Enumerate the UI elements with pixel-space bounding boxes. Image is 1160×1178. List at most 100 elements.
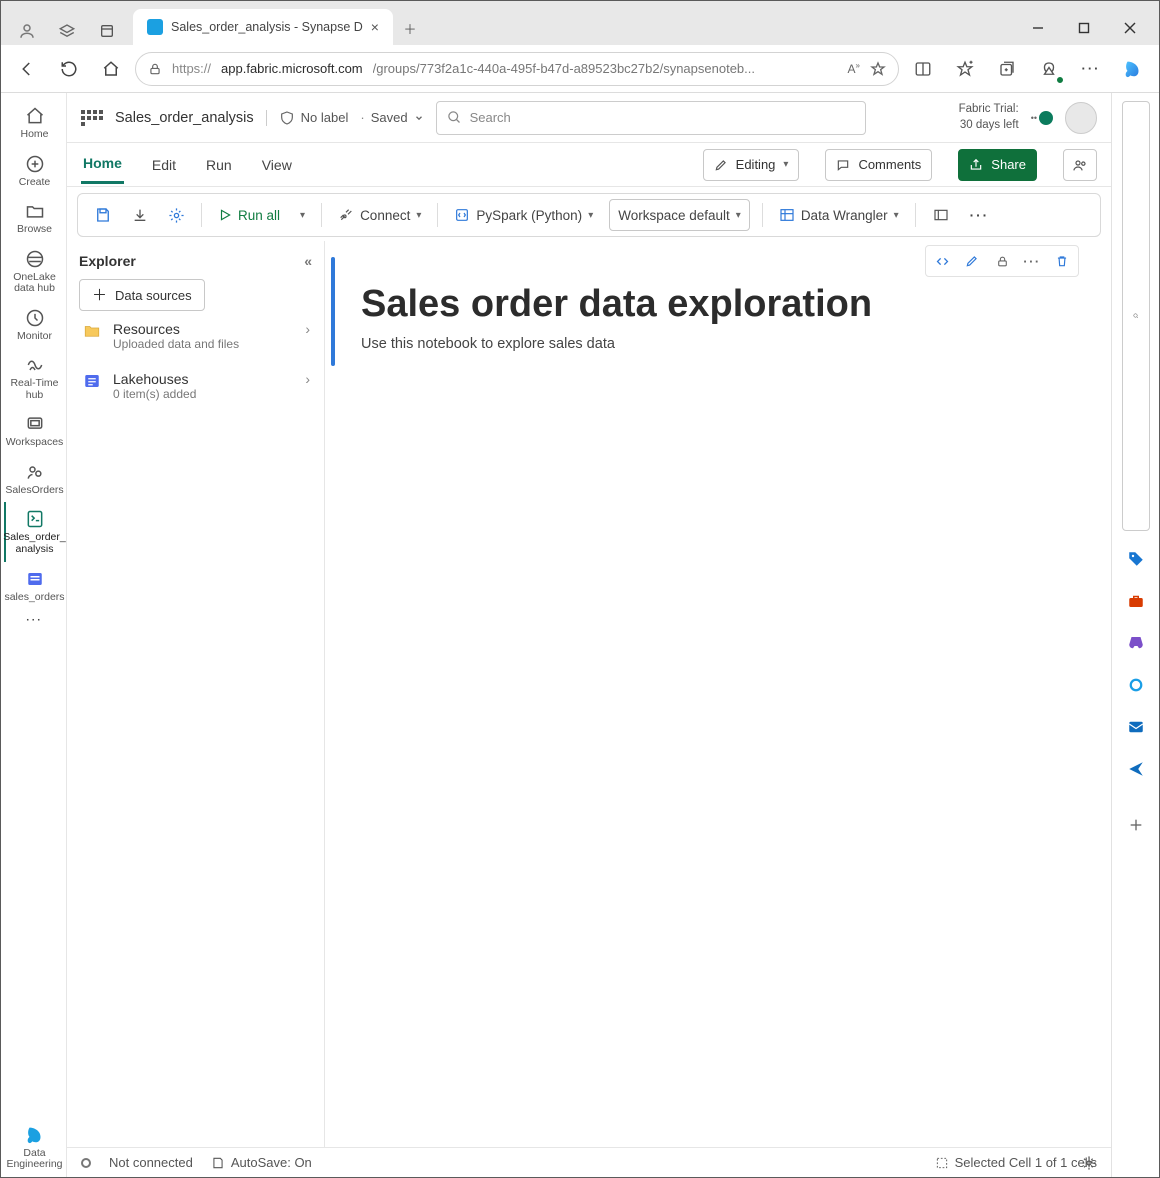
settings-button[interactable] — [160, 199, 193, 231]
trial-indicator[interactable]: •• — [1031, 111, 1053, 125]
favorite-star-icon[interactable] — [870, 61, 886, 77]
nav-monitor[interactable]: Monitor — [4, 301, 64, 349]
environment-label: Workspace default — [618, 208, 730, 223]
tab-edit[interactable]: Edit — [150, 147, 178, 183]
app-launcher-icon[interactable] — [81, 110, 103, 126]
table-icon — [779, 207, 795, 223]
share-button[interactable]: Share — [958, 149, 1037, 181]
browser-menu-icon[interactable]: ··· — [1073, 51, 1109, 87]
sidebar-send-icon[interactable] — [1122, 755, 1150, 783]
tab-favicon — [147, 19, 163, 35]
nav-label: Create — [19, 177, 51, 189]
collapse-explorer-button[interactable]: « — [304, 253, 312, 269]
window-close-button[interactable] — [1107, 11, 1153, 45]
nav-realtime[interactable]: Real-Time hub — [4, 348, 64, 407]
window-minimize-button[interactable] — [1015, 11, 1061, 45]
explorer-resources-item[interactable]: Resources Uploaded data and files › — [79, 311, 312, 361]
workspaces-icon[interactable] — [53, 17, 81, 45]
copilot-icon[interactable] — [1115, 51, 1151, 87]
gear-icon — [168, 207, 185, 224]
tab-home[interactable]: Home — [81, 145, 124, 184]
markdown-cell[interactable]: ··· Sales order data exploration Use thi… — [331, 251, 1093, 372]
share-icon — [969, 158, 983, 172]
sidebar-tools-icon[interactable] — [1122, 587, 1150, 615]
profile-icon[interactable] — [13, 17, 41, 45]
cell-paragraph: Use this notebook to explore sales data — [361, 336, 1067, 352]
status-settings-button[interactable] — [1075, 1149, 1103, 1177]
sidebar-search-icon[interactable] — [1122, 101, 1150, 531]
extensions-icon[interactable] — [1031, 51, 1067, 87]
layout-button[interactable] — [924, 199, 958, 231]
toolbar-more-button[interactable]: ··· — [962, 199, 998, 231]
save-button[interactable] — [86, 199, 120, 231]
sidebar-outlook-icon[interactable] — [1122, 713, 1150, 741]
chevron-right-icon: › — [305, 321, 310, 337]
cell-selected-marker — [331, 257, 335, 366]
plug-icon — [338, 207, 354, 223]
cell-edit-button[interactable] — [958, 248, 986, 274]
cell-lock-button[interactable] — [988, 248, 1016, 274]
connect-button[interactable]: Connect ▾ — [330, 199, 429, 231]
user-avatar[interactable] — [1065, 102, 1097, 134]
autosave-status[interactable]: AutoSave: On — [211, 1155, 312, 1170]
run-all-dropdown[interactable]: ▾ — [292, 199, 313, 231]
environment-selector[interactable]: Workspace default ▾ — [609, 199, 750, 231]
document-name[interactable]: Sales_order_analysis — [115, 110, 254, 126]
editing-mode-button[interactable]: Editing ▾ — [703, 149, 800, 181]
nav-salesorders[interactable]: SalesOrders — [4, 455, 64, 503]
sidebar-games-icon[interactable] — [1122, 629, 1150, 657]
tab-run[interactable]: Run — [204, 147, 234, 183]
nav-back-button[interactable] — [9, 51, 45, 87]
nav-sales-order-analysis[interactable]: Sales_order_ analysis — [4, 502, 64, 561]
notebook-toolbar: Run all ▾ Connect ▾ PySpark (Python) ▾ W… — [77, 193, 1101, 237]
pencil-icon — [714, 158, 728, 172]
url-protocol: https:// — [172, 61, 211, 76]
favorites-icon[interactable] — [947, 51, 983, 87]
data-sources-button[interactable]: ＋ Data sources — [79, 279, 205, 311]
explorer-lakehouses-item[interactable]: Lakehouses 0 item(s) added › — [79, 361, 312, 411]
layout-icon — [932, 207, 950, 223]
notebook-canvas[interactable]: ··· Sales order data exploration Use thi… — [325, 241, 1111, 1147]
download-button[interactable] — [124, 199, 156, 231]
comments-button[interactable]: Comments — [825, 149, 932, 181]
address-bar[interactable]: https://app.fabric.microsoft.com/groups/… — [135, 52, 899, 86]
language-selector[interactable]: PySpark (Python) ▾ — [446, 199, 601, 231]
split-screen-icon[interactable] — [905, 51, 941, 87]
sidebar-m365-icon[interactable] — [1122, 671, 1150, 699]
nav-label: Browse — [17, 224, 52, 236]
people-button[interactable] — [1063, 149, 1097, 181]
cell-more-button[interactable]: ··· — [1018, 248, 1046, 274]
tab-actions-icon[interactable] — [93, 17, 121, 45]
search-input[interactable]: Search — [436, 101, 866, 135]
reader-mode-icon[interactable]: A» — [848, 61, 860, 76]
nav-home-button[interactable] — [93, 51, 129, 87]
nav-create[interactable]: Create — [4, 147, 64, 195]
cell-delete-button[interactable] — [1048, 248, 1076, 274]
save-icon — [94, 206, 112, 224]
sidebar-shopping-icon[interactable] — [1122, 545, 1150, 573]
tab-close-icon[interactable]: × — [371, 19, 379, 35]
nav-refresh-button[interactable] — [51, 51, 87, 87]
browser-toolbar: https://app.fabric.microsoft.com/groups/… — [1, 45, 1159, 93]
run-all-button[interactable]: Run all — [210, 199, 288, 231]
nav-onelake[interactable]: OneLake data hub — [4, 242, 64, 301]
save-status[interactable]: · Saved — [360, 110, 423, 125]
nav-persona[interactable]: Data Engineering — [4, 1118, 64, 1177]
cell-code-toggle[interactable] — [928, 248, 956, 274]
sidebar-add-icon[interactable] — [1122, 811, 1150, 839]
connection-status: Not connected — [109, 1155, 193, 1170]
nav-browse[interactable]: Browse — [4, 194, 64, 242]
data-wrangler-button[interactable]: Data Wrangler ▾ — [771, 199, 907, 231]
tab-view[interactable]: View — [260, 147, 294, 183]
new-tab-button[interactable]: ＋ — [393, 11, 427, 45]
nav-home[interactable]: Home — [4, 99, 64, 147]
nav-workspaces[interactable]: Workspaces — [4, 407, 64, 455]
nav-more[interactable]: ··· — [4, 609, 64, 633]
window-maximize-button[interactable] — [1061, 11, 1107, 45]
tab-title: Sales_order_analysis - Synapse D — [171, 20, 363, 34]
browser-tab-active[interactable]: Sales_order_analysis - Synapse D × — [133, 9, 393, 45]
collections-icon[interactable] — [989, 51, 1025, 87]
sensitivity-label[interactable]: No label — [266, 110, 349, 126]
nav-label: Monitor — [17, 331, 52, 343]
nav-sales-orders-table[interactable]: sales_orders — [4, 562, 64, 610]
